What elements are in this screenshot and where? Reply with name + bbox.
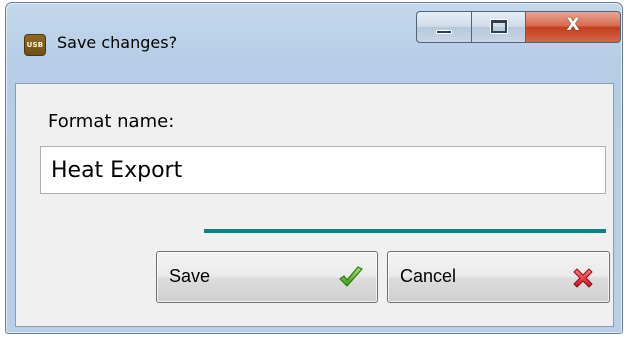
- minimize-icon: [436, 30, 452, 34]
- dialog-body: Format name: Save Cancel: [15, 83, 614, 327]
- cancel-button[interactable]: Cancel: [387, 251, 610, 303]
- caption-buttons: X: [416, 11, 621, 43]
- save-changes-dialog: USB Save changes? X Format name: Save: [5, 2, 623, 334]
- format-name-input[interactable]: [40, 146, 606, 194]
- save-button-label: Save: [169, 266, 211, 286]
- close-button[interactable]: X: [526, 11, 621, 43]
- separator-line: [204, 229, 606, 233]
- app-icon[interactable]: USB: [24, 34, 46, 56]
- format-name-label: Format name:: [48, 111, 175, 132]
- window-title: Save changes?: [57, 33, 178, 52]
- minimize-button[interactable]: [416, 11, 471, 43]
- red-x-icon: [573, 268, 593, 288]
- save-button[interactable]: Save: [156, 251, 378, 303]
- maximize-icon: [490, 19, 508, 34]
- checkmark-icon: [339, 266, 363, 287]
- close-icon: X: [566, 15, 580, 35]
- title-bar[interactable]: USB Save changes? X: [6, 3, 622, 83]
- maximize-button[interactable]: [471, 11, 526, 43]
- cancel-button-label: Cancel: [400, 266, 457, 286]
